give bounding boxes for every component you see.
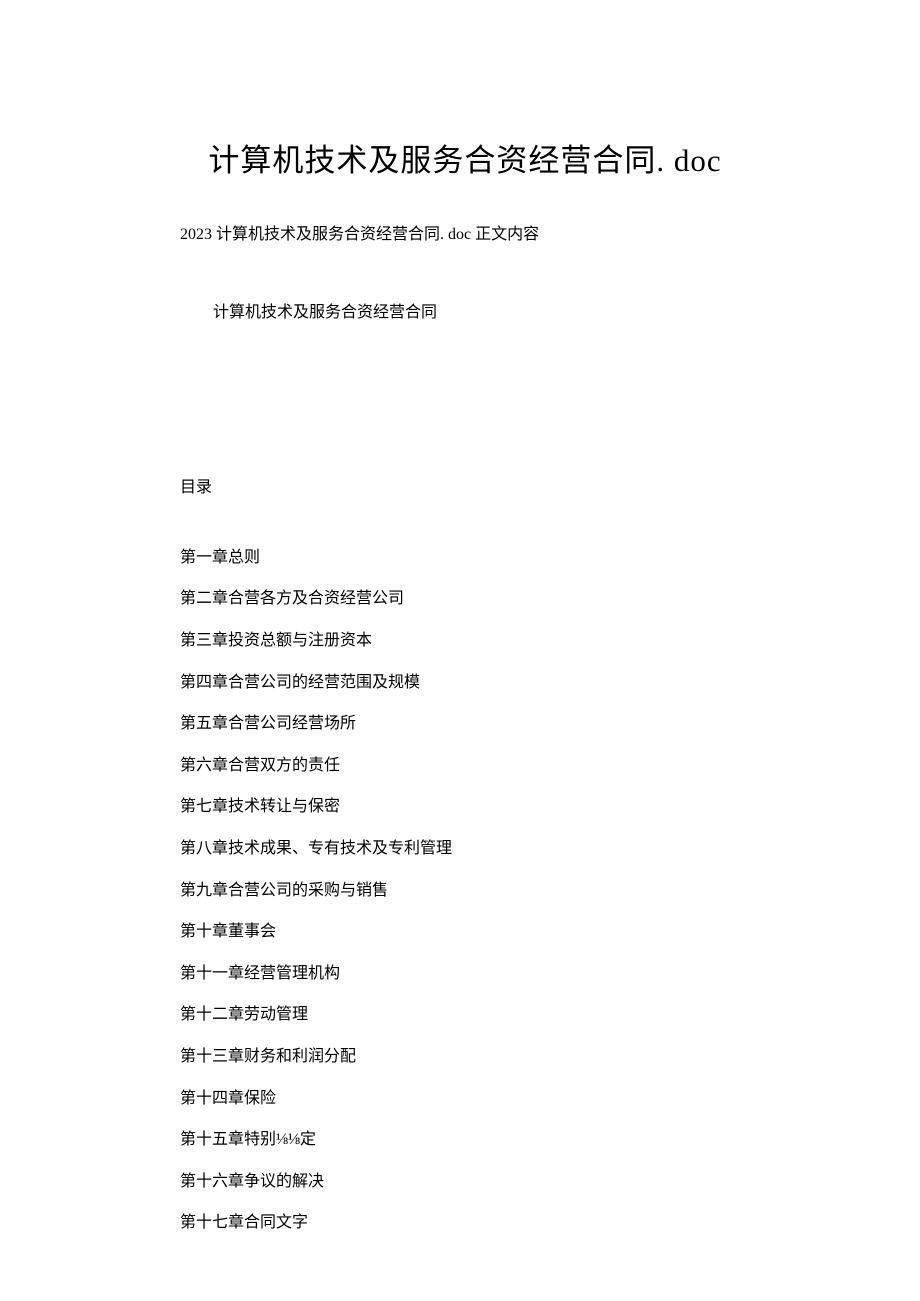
toc-item: 第十二章劳动管理 [180,1002,750,1028]
toc-item: 第七章技术转让与保密 [180,794,750,820]
toc-item: 第十四章保险 [180,1086,750,1112]
toc-item: 第九章合营公司的采购与销售 [180,878,750,904]
toc-item: 第四章合营公司的经营范围及规模 [180,670,750,696]
toc-item: 第八章技术成果、专有技术及专利管理 [180,836,750,862]
toc-item: 第一章总则 [180,545,750,571]
toc-item: 第十七章合同文字 [180,1210,750,1236]
toc-item: 第十五章特别⅛⅛定 [180,1127,750,1153]
document-heading: 计算机技术及服务合资经营合同 [213,300,750,326]
toc-label: 目录 [180,475,750,501]
document-title: 计算机技术及服务合资经营合同. doc [180,135,750,180]
toc-item: 第二章合营各方及合资经营公司 [180,586,750,612]
toc-item: 第十一章经营管理机构 [180,961,750,987]
toc-item: 第三章投资总额与注册资本 [180,628,750,654]
toc-item: 第十三章财务和利润分配 [180,1044,750,1070]
toc-item: 第六章合营双方的责任 [180,753,750,779]
toc-item: 第十章董事会 [180,919,750,945]
toc-container: 第一章总则 第二章合营各方及合资经营公司 第三章投资总额与注册资本 第四章合营公… [180,545,750,1236]
document-subtitle: 2023 计算机技术及服务合资经营合同. doc 正文内容 [180,222,750,248]
toc-item: 第十六章争议的解决 [180,1169,750,1195]
toc-item: 第五章合营公司经营场所 [180,711,750,737]
